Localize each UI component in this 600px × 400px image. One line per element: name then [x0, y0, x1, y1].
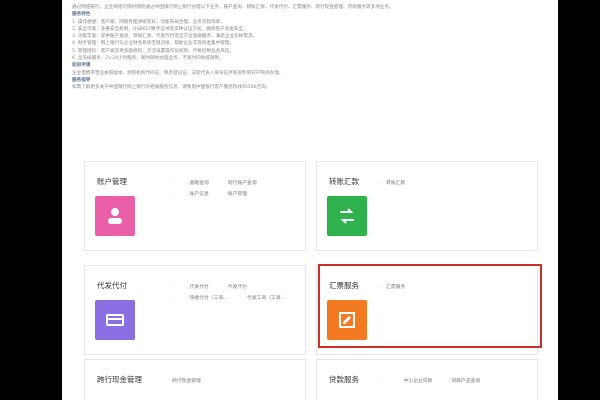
service-grid: 账户管理 基础查询 跨行账户查询 账户信息 账户管理 转账汇款 转账汇款 代发代付 — [84, 161, 542, 400]
intro-heading: 服务指导 — [72, 77, 91, 83]
card-loan-service[interactable]: 贷款服务 中小企业贷款 贷款产品查询 — [316, 359, 538, 400]
user-icon[interactable] — [95, 196, 135, 236]
card-account-management[interactable]: 账户管理 基础查询 跨行账户查询 账户信息 账户管理 — [84, 161, 306, 251]
link[interactable]: 贷款产品查询 — [448, 376, 480, 387]
intro-paragraph: 如需了解更多关于中国银行网上银行的相关服务信息，请致电中国银行客户服务热线955… — [72, 85, 271, 91]
intro-paragraph: 4. 财务管理：网上银行与企业财务系统无缝对接，帮助企业实现资金集中管理。 — [72, 41, 235, 47]
intro-paragraph: 5. 管理授权：客户端支持多级授权，灵活设置操作员权限，严格控制业务风险。 — [72, 48, 235, 54]
card-cash-management[interactable]: 跨行现金管理 跨行现金管理 — [84, 359, 306, 400]
link[interactable]: 代发代付 — [225, 282, 247, 293]
link[interactable]: 快捷代付（工资… — [187, 293, 228, 304]
card-payroll[interactable]: 代发代付 代发代付 代发代付 快捷代付（工资… 代发工资（工资… — [84, 265, 306, 355]
card-title: 贷款服务 — [329, 375, 359, 384]
link[interactable]: 代发工资（工资… — [244, 293, 285, 304]
card-links: 代发代付 代发代付 快捷代付（工资… 代发工资（工资… — [169, 282, 286, 304]
link[interactable]: 账户信息 — [187, 189, 209, 200]
intro-paragraph: 2. 安全可靠：多重安全机制，USBKEY数字证书等多种认证方式，确保客户资金安… — [72, 26, 248, 32]
card-transfer[interactable]: 转账汇款 转账汇款 — [316, 161, 538, 251]
intro-paragraph: 1. 操作便捷：客户端、网银界面清晰友好，功能布局合理，业务流程简单， — [72, 19, 225, 25]
card-links: 跨行现金管理 — [169, 376, 201, 387]
card-links: 中小企业贷款 贷款产品查询 — [383, 376, 481, 387]
card-links: 转账汇款 — [383, 178, 405, 189]
card-title: 跨行现金管理 — [97, 375, 142, 384]
intro-paragraph: 通过网络银行，企业网络可随时随地通过中国银行网上银行办理以下业务：账户查询、转账… — [72, 5, 394, 10]
card-title: 代发代付 — [97, 281, 127, 290]
transfer-icon[interactable] — [327, 196, 367, 236]
link[interactable]: 基础查询 — [187, 178, 209, 189]
intro-paragraph: 6. 全天候服务：7×24小时服务，随时随地办理业务，不受时间地域限制。 — [72, 56, 224, 62]
card-title: 账户管理 — [97, 177, 127, 186]
link[interactable]: 中小企业贷款 — [401, 376, 433, 387]
link[interactable]: 代发代付 — [187, 282, 209, 293]
card-icon[interactable] — [95, 300, 135, 340]
link[interactable]: 跨行现金管理 — [169, 376, 201, 387]
selection-highlight — [318, 264, 542, 348]
intro-heading: 如何申请 — [72, 63, 91, 69]
link[interactable]: 转账汇款 — [383, 178, 405, 189]
intro-paragraph: 3. 功能丰富：提供账户查询、转账汇款、代发代付等全方位金融服务，满足企业多样需… — [72, 34, 258, 40]
intro-text: 通过网络银行，企业网络可随时随地通过中国银行网上银行办理以下业务：账户查询、转账… — [72, 4, 548, 92]
card-links: 基础查询 跨行账户查询 账户信息 账户管理 — [169, 178, 257, 200]
card-title: 转账汇款 — [329, 177, 359, 186]
page-frame: 通过网络银行，企业网络可随时随地通过中国银行网上银行办理以下业务：账户查询、转账… — [62, 0, 558, 400]
link[interactable]: 跨行账户查询 — [225, 178, 257, 189]
intro-paragraph: 企业需携带营业执照副本、组织机构代码证、税务登记证、法定代表人身份证件等资料到开… — [72, 70, 284, 76]
link[interactable]: 账户管理 — [225, 189, 247, 200]
intro-heading: 服务特色 — [72, 12, 91, 18]
